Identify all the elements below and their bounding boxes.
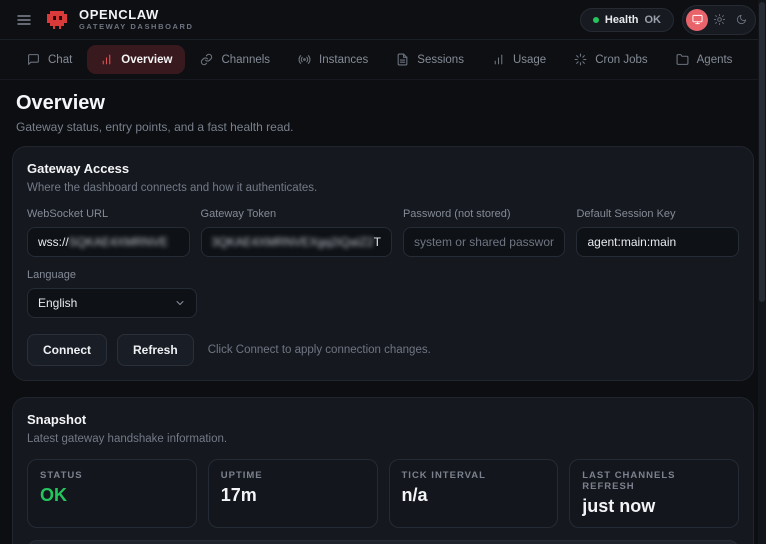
- tab-label: Instances: [319, 54, 368, 66]
- openclaw-logo-icon: [44, 7, 70, 33]
- link-icon: [200, 53, 213, 66]
- snapshot-subtitle: Latest gateway handshake information.: [27, 433, 739, 445]
- session-key-label: Default Session Key: [576, 208, 739, 220]
- snapshot-card: Snapshot Latest gateway handshake inform…: [12, 397, 754, 544]
- tile-value: 17m: [221, 485, 365, 506]
- tab-label: Overview: [121, 54, 172, 66]
- app-header: OPENCLAW GATEWAY DASHBOARD Health OK: [0, 0, 766, 40]
- monitor-icon: [692, 14, 703, 25]
- gateway-access-card: Gateway Access Where the dashboard conne…: [12, 146, 754, 381]
- websocket-url-input[interactable]: wss:// SQKAE4XMRNVE: [27, 227, 190, 257]
- snapshot-tile-tick-interval: TICK INTERVAL n/a: [389, 459, 559, 528]
- bar-chart-icon: [492, 53, 505, 66]
- page-head: Overview Gateway status, entry points, a…: [0, 80, 766, 146]
- hamburger-menu-icon[interactable]: [10, 6, 38, 34]
- gateway-token-field: Gateway Token 3QKAE4XMRNVEXgq2iQaIZ2 T: [201, 208, 392, 257]
- health-badge[interactable]: Health OK: [580, 8, 674, 32]
- main-nav: Chat Overview Channels Instances Sessions Usa…: [0, 40, 766, 80]
- brand-block: OPENCLAW GATEWAY DASHBOARD: [79, 8, 194, 32]
- tab-usage[interactable]: Usage: [479, 45, 559, 74]
- tab-label: Channels: [221, 54, 270, 66]
- scrollbar[interactable]: [758, 0, 766, 544]
- theme-system-button[interactable]: [686, 9, 708, 31]
- language-label: Language: [27, 269, 197, 281]
- gateway-access-subtitle: Where the dashboard connects and how it …: [27, 182, 739, 194]
- websocket-url-label: WebSocket URL: [27, 208, 190, 220]
- brand-subtitle: GATEWAY DASHBOARD: [79, 23, 194, 32]
- tab-label: Agents: [697, 54, 733, 66]
- language-field: Language English: [27, 269, 197, 318]
- connect-hint: Click Connect to apply connection change…: [208, 344, 431, 356]
- tab-label: Cron Jobs: [595, 54, 647, 66]
- tab-instances[interactable]: Instances: [285, 45, 381, 74]
- sun-icon: [714, 14, 725, 25]
- tab-chat[interactable]: Chat: [14, 45, 85, 74]
- gateway-access-title: Gateway Access: [27, 161, 739, 176]
- gateway-token-label: Gateway Token: [201, 208, 392, 220]
- tab-label: Sessions: [417, 54, 464, 66]
- health-label: Health: [605, 14, 639, 26]
- file-icon: [396, 53, 409, 66]
- language-value: English: [38, 296, 77, 310]
- gateway-token-redacted: 3QKAE4XMRNVEXgq2iQaIZ2: [212, 235, 374, 249]
- tile-label: TICK INTERVAL: [402, 470, 546, 481]
- tab-label: Usage: [513, 54, 546, 66]
- broadcast-icon: [298, 53, 311, 66]
- password-label: Password (not stored): [403, 208, 566, 220]
- tab-label: Chat: [48, 54, 72, 66]
- tab-agents[interactable]: Agents: [663, 45, 746, 74]
- page-subtitle: Gateway status, entry points, and a fast…: [16, 120, 750, 134]
- tile-value: n/a: [402, 485, 546, 506]
- gateway-token-input[interactable]: 3QKAE4XMRNVEXgq2iQaIZ2 T: [201, 227, 392, 257]
- theme-light-button[interactable]: [708, 9, 730, 31]
- tab-overview[interactable]: Overview: [87, 45, 185, 74]
- folder-icon: [676, 53, 689, 66]
- tile-label: UPTIME: [221, 470, 365, 481]
- websocket-url-field: WebSocket URL wss:// SQKAE4XMRNVE: [27, 208, 190, 257]
- theme-switcher: [682, 5, 756, 35]
- tile-value: just now: [582, 496, 726, 517]
- health-status-dot: [593, 17, 599, 23]
- websocket-url-redacted: SQKAE4XMRNVE: [69, 235, 168, 249]
- websocket-url-prefix: wss://: [38, 235, 69, 249]
- chat-icon: [27, 53, 40, 66]
- password-input[interactable]: [403, 227, 566, 257]
- session-key-field: Default Session Key: [576, 208, 739, 257]
- language-select[interactable]: English: [27, 288, 197, 318]
- health-status-value: OK: [645, 14, 662, 26]
- tab-sessions[interactable]: Sessions: [383, 45, 477, 74]
- password-field-block: Password (not stored): [403, 208, 566, 257]
- channels-note: Use Channels to link WhatsApp, Telegram,…: [27, 540, 739, 544]
- scrollbar-thumb[interactable]: [759, 2, 765, 302]
- refresh-button[interactable]: Refresh: [117, 334, 194, 366]
- session-key-input[interactable]: [576, 227, 739, 257]
- connect-button[interactable]: Connect: [27, 334, 107, 366]
- moon-icon: [736, 14, 747, 25]
- tab-channels[interactable]: Channels: [187, 45, 283, 74]
- brand-name: OPENCLAW: [79, 8, 194, 23]
- page-title: Overview: [16, 92, 750, 115]
- loader-icon: [574, 53, 587, 66]
- gateway-token-suffix: T: [374, 235, 381, 249]
- tile-label: LAST CHANNELS REFRESH: [582, 470, 726, 492]
- theme-dark-button[interactable]: [730, 9, 752, 31]
- snapshot-tile-uptime: UPTIME 17m: [208, 459, 378, 528]
- bar-chart-icon: [100, 53, 113, 66]
- snapshot-tile-status: STATUS OK: [27, 459, 197, 528]
- snapshot-tile-last-channels-refresh: LAST CHANNELS REFRESH just now: [569, 459, 739, 528]
- snapshot-title: Snapshot: [27, 412, 739, 427]
- tile-label: STATUS: [40, 470, 184, 481]
- tile-value: OK: [40, 485, 184, 506]
- chevron-down-icon: [174, 297, 186, 309]
- tab-cron-jobs[interactable]: Cron Jobs: [561, 45, 660, 74]
